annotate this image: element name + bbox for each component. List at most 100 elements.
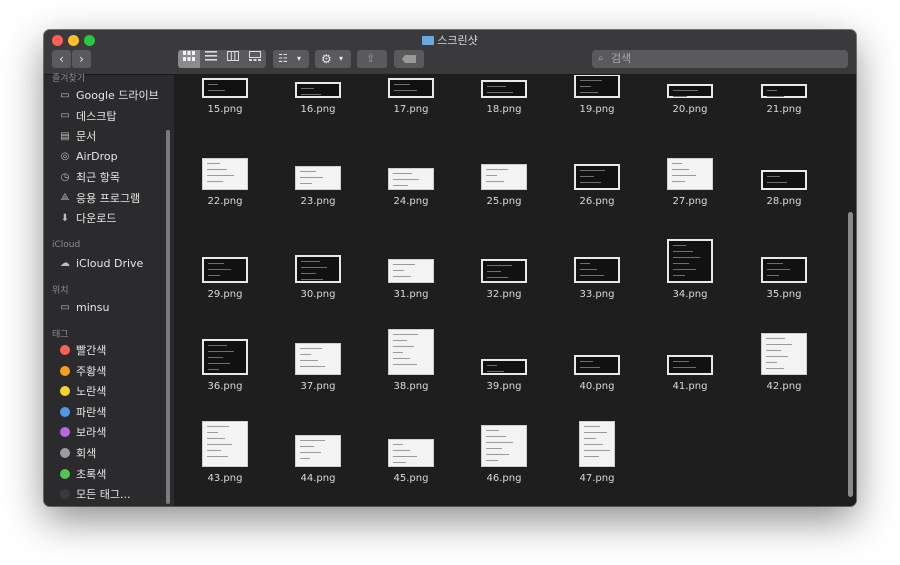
file-name-label[interactable]: 37.png — [278, 381, 358, 392]
sidebar-item-tag[interactable]: 모든 태그... — [58, 485, 130, 503]
file-name-label[interactable]: 15.png — [185, 104, 265, 115]
file-name-label[interactable]: 38.png — [371, 381, 451, 392]
sidebar-item-favorite[interactable]: ⬇ 다운로드 — [58, 209, 117, 227]
thumbnail-text-line — [393, 276, 411, 277]
search-field[interactable]: ⌕ 검색 — [592, 50, 848, 68]
file-thumbnail[interactable] — [667, 239, 713, 283]
file-name-label[interactable]: 41.png — [650, 381, 730, 392]
file-thumbnail[interactable] — [481, 425, 527, 467]
sidebar-item-tag[interactable]: 파란색 — [58, 403, 106, 421]
file-name-label[interactable]: 26.png — [557, 196, 637, 207]
content-scrollbar[interactable] — [848, 212, 853, 497]
file-thumbnail[interactable] — [574, 75, 620, 98]
file-thumbnail[interactable] — [202, 158, 248, 190]
icon-view-button[interactable] — [178, 50, 200, 68]
sidebar-item-favorite[interactable]: ▤ 문서 — [58, 127, 96, 145]
file-thumbnail[interactable] — [481, 80, 527, 98]
file-name-label[interactable]: 30.png — [278, 289, 358, 300]
file-name-label[interactable]: 21.png — [744, 104, 824, 115]
file-thumbnail[interactable] — [202, 421, 248, 467]
file-name-label[interactable]: 19.png — [557, 104, 637, 115]
sidebar-scrollbar[interactable] — [166, 130, 170, 504]
sidebar-item-label: AirDrop — [76, 150, 118, 163]
gallery-view-button[interactable] — [244, 50, 266, 68]
sidebar-item-favorite[interactable]: ⟁ 응용 프로그램 — [58, 189, 141, 207]
file-thumbnail[interactable] — [761, 333, 807, 375]
file-name-label[interactable]: 24.png — [371, 196, 451, 207]
thumbnail-text-line — [580, 170, 605, 171]
file-thumbnail[interactable] — [574, 355, 620, 375]
file-name-label[interactable]: 47.png — [557, 473, 637, 484]
file-thumbnail[interactable] — [202, 257, 248, 283]
file-name-label[interactable]: 22.png — [185, 196, 265, 207]
forward-button[interactable]: › — [72, 50, 91, 68]
file-thumbnail[interactable] — [761, 257, 807, 283]
sidebar-item-favorite[interactable]: ◎ AirDrop — [58, 148, 118, 166]
sidebar-item-tag[interactable]: 주황색 — [58, 362, 106, 380]
file-name-label[interactable]: 35.png — [744, 289, 824, 300]
file-name-label[interactable]: 32.png — [464, 289, 544, 300]
file-thumbnail[interactable] — [667, 158, 713, 190]
file-thumbnail[interactable] — [295, 343, 341, 375]
file-thumbnail[interactable] — [481, 359, 527, 375]
file-name-label[interactable]: 18.png — [464, 104, 544, 115]
action-dropdown[interactable]: ⚙ ▾ — [315, 50, 351, 68]
file-name-label[interactable]: 36.png — [185, 381, 265, 392]
file-thumbnail[interactable] — [761, 84, 807, 98]
file-thumbnail[interactable] — [761, 170, 807, 190]
file-thumbnail[interactable] — [574, 257, 620, 283]
sidebar-item-location[interactable]: ▭ minsu — [58, 298, 109, 316]
file-thumbnail[interactable] — [388, 329, 434, 375]
sidebar-item-tag[interactable]: 노란색 — [58, 382, 106, 400]
sidebar-item-tag[interactable]: 회색 — [58, 444, 96, 462]
file-name-label[interactable]: 45.png — [371, 473, 451, 484]
file-thumbnail[interactable] — [574, 164, 620, 190]
file-name-label[interactable]: 20.png — [650, 104, 730, 115]
file-name-label[interactable]: 46.png — [464, 473, 544, 484]
file-thumbnail[interactable] — [667, 84, 713, 98]
share-button[interactable]: ⇪ — [357, 50, 387, 68]
file-thumbnail[interactable] — [295, 166, 341, 190]
file-thumbnail[interactable] — [388, 168, 434, 190]
file-thumbnail[interactable] — [295, 435, 341, 467]
file-thumbnail[interactable] — [295, 82, 341, 98]
file-name-label[interactable]: 23.png — [278, 196, 358, 207]
file-name-label[interactable]: 43.png — [185, 473, 265, 484]
sidebar-item-tag[interactable]: 초록색 — [58, 465, 106, 483]
sidebar-item-favorite[interactable]: ▭ 데스크탑 — [58, 107, 116, 125]
file-thumbnail[interactable] — [388, 439, 434, 467]
file-name-label[interactable]: 16.png — [278, 104, 358, 115]
file-name-label[interactable]: 40.png — [557, 381, 637, 392]
file-name-label[interactable]: 44.png — [278, 473, 358, 484]
file-name-label[interactable]: 25.png — [464, 196, 544, 207]
file-thumbnail[interactable] — [388, 78, 434, 98]
file-thumbnail[interactable] — [388, 259, 434, 283]
sidebar-item-favorite[interactable]: ◷ 최근 항목 — [58, 168, 120, 186]
file-thumbnail[interactable] — [202, 339, 248, 375]
file-name-label[interactable]: 17.png — [371, 104, 451, 115]
group-by-dropdown[interactable]: ☷ ▾ — [273, 50, 309, 68]
file-thumbnail[interactable] — [667, 355, 713, 375]
file-name-label[interactable]: 31.png — [371, 289, 451, 300]
file-name-label[interactable]: 42.png — [744, 381, 824, 392]
file-name-label[interactable]: 29.png — [185, 289, 265, 300]
file-thumbnail[interactable] — [295, 255, 341, 283]
list-view-button[interactable] — [200, 50, 222, 68]
file-thumbnail[interactable] — [579, 421, 615, 467]
file-name-label[interactable]: 33.png — [557, 289, 637, 300]
tag-button[interactable] — [394, 50, 424, 68]
back-button[interactable]: ‹ — [52, 50, 71, 68]
file-thumbnail[interactable] — [202, 78, 248, 98]
sidebar-item-favorite[interactable]: ▭ Google 드라이브 — [58, 86, 159, 104]
column-view-button[interactable] — [222, 50, 244, 68]
file-thumbnail[interactable] — [481, 259, 527, 283]
sidebar-item-icloud-drive[interactable]: ☁ iCloud Drive — [58, 254, 143, 272]
file-name-label[interactable]: 34.png — [650, 289, 730, 300]
thumbnail-text-line — [301, 267, 327, 268]
sidebar-item-tag[interactable]: 보라색 — [58, 423, 106, 441]
file-name-label[interactable]: 27.png — [650, 196, 730, 207]
file-name-label[interactable]: 39.png — [464, 381, 544, 392]
sidebar-item-tag[interactable]: 빨간색 — [58, 341, 106, 359]
file-name-label[interactable]: 28.png — [744, 196, 824, 207]
file-thumbnail[interactable] — [481, 164, 527, 190]
